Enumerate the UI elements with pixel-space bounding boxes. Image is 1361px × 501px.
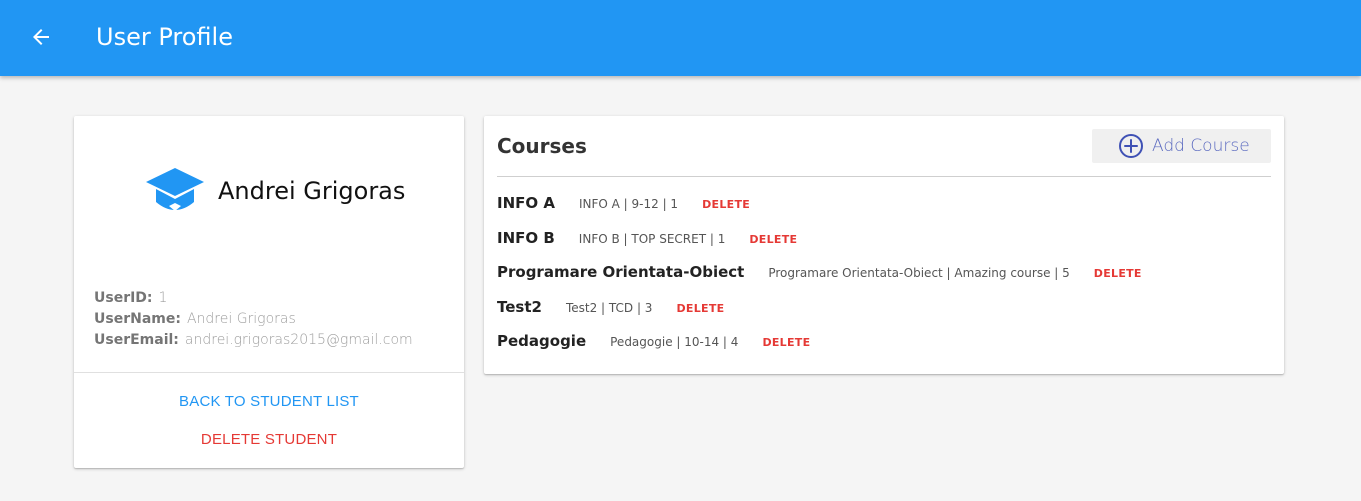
user-id-row: UserID: 1 xyxy=(94,288,413,309)
profile-info: UserID: 1 UserName: Andrei Grigoras UserEm… xyxy=(94,288,413,351)
add-circle-icon xyxy=(1119,134,1143,158)
profile-card: Andrei Grigoras UserID: 1 UserName: Andrei… xyxy=(74,116,464,468)
user-name-label: UserName: xyxy=(94,311,181,327)
user-email-value: andrei.grigoras2015@gmail.com xyxy=(184,332,413,348)
delete-student-button[interactable]: DELETE STUDENT xyxy=(74,431,464,448)
user-name-value: Andrei Grigoras xyxy=(186,311,296,327)
graduation-cap-icon xyxy=(146,168,204,211)
list-item: Pedagogie Pedagogie | 10-14 | 4 DELETE xyxy=(497,332,1142,367)
course-details: Programare Orientata-Obiect | Amazing co… xyxy=(768,266,1070,280)
delete-course-button[interactable]: DELETE xyxy=(1094,267,1142,280)
course-details: Pedagogie | 10-14 | 4 xyxy=(610,335,739,349)
list-item: Test2 Test2 | TCD | 3 DELETE xyxy=(497,298,1142,333)
course-details: INFO A | 9-12 | 1 xyxy=(578,197,679,211)
add-course-label: Add Course xyxy=(1152,136,1250,156)
profile-header: Andrei Grigoras xyxy=(144,166,405,216)
list-item: INFO B INFO B | TOP SECRET | 1 DELETE xyxy=(497,229,1142,264)
back-to-student-list-button[interactable]: BACK TO STUDENT LIST xyxy=(74,393,464,410)
course-name: Test2 xyxy=(497,297,542,316)
add-course-button[interactable]: Add Course xyxy=(1092,129,1271,163)
delete-course-button[interactable]: DELETE xyxy=(702,198,750,211)
list-item: INFO A INFO A | 9-12 | 1 DELETE xyxy=(497,194,1142,229)
course-name: Pedagogie xyxy=(497,332,587,350)
page-title: User Profile xyxy=(96,23,233,51)
delete-course-button[interactable]: DELETE xyxy=(762,336,810,349)
divider xyxy=(497,176,1271,177)
course-details: Test2 | TCD | 3 xyxy=(565,300,653,315)
user-email-row: UserEmail: andrei.grigoras2015@gmail.com xyxy=(94,330,413,351)
course-name: INFO B xyxy=(497,228,555,247)
user-name-row: UserName: Andrei Grigoras xyxy=(94,309,413,330)
profile-name: Andrei Grigoras xyxy=(218,177,406,205)
user-email-label: UserEmail: xyxy=(94,332,179,348)
course-name: Programare Orientata-Obiect xyxy=(497,263,745,281)
list-item: Programare Orientata-Obiect Programare O… xyxy=(497,263,1142,298)
course-details: INFO B | TOP SECRET | 1 xyxy=(578,231,726,246)
courses-title: Courses xyxy=(497,134,587,158)
course-name: INFO A xyxy=(497,194,555,212)
delete-course-button[interactable]: DELETE xyxy=(676,302,724,315)
course-list: INFO A INFO A | 9-12 | 1 DELETE INFO B I… xyxy=(497,194,1142,367)
courses-card: Courses Add Course INFO A INFO A | 9-12 … xyxy=(484,116,1284,374)
back-button[interactable] xyxy=(26,22,56,52)
user-id-value: 1 xyxy=(158,290,168,306)
arrow-back-icon xyxy=(33,29,49,45)
delete-course-button[interactable]: DELETE xyxy=(749,233,797,246)
user-id-label: UserID: xyxy=(94,290,153,306)
divider xyxy=(74,372,464,373)
app-bar: User Profile xyxy=(0,0,1361,76)
